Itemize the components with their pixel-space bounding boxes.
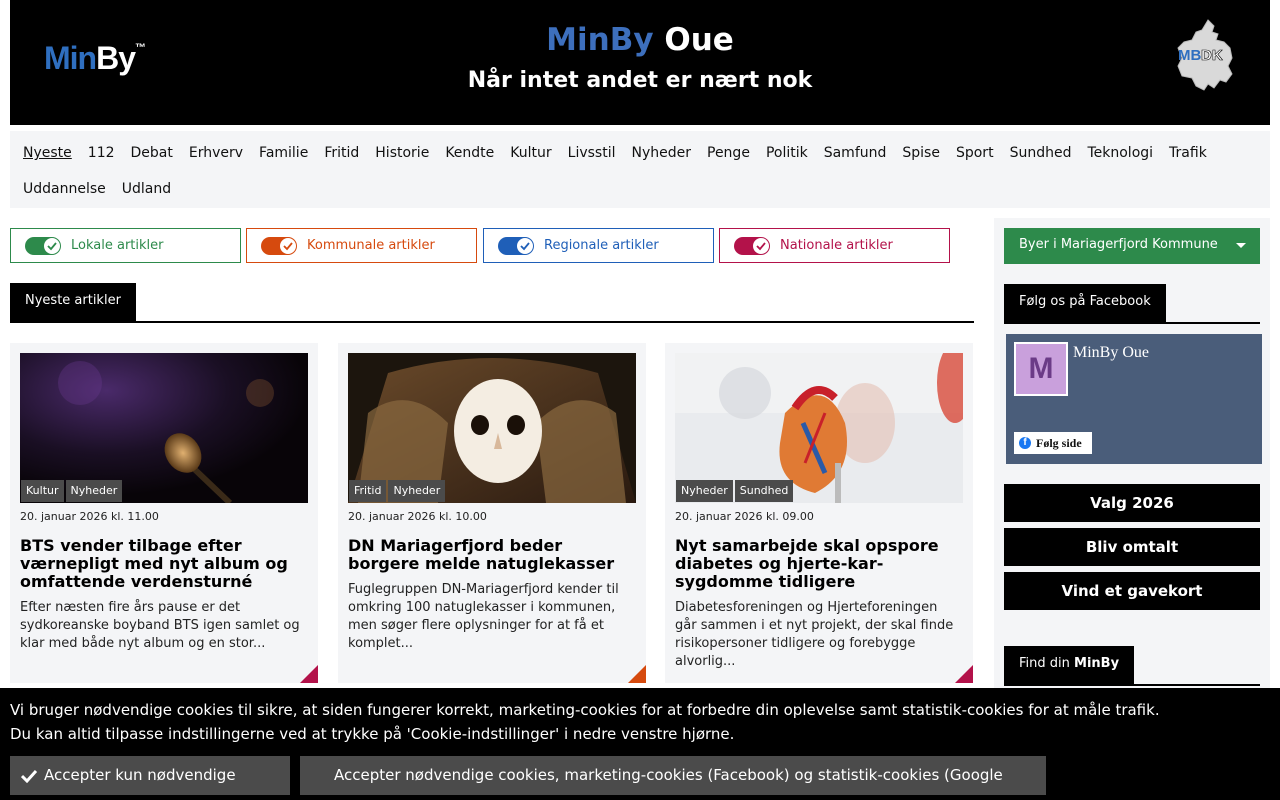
scope-corner-marker [628,665,646,683]
tab-newest-articles[interactable]: Nyeste artikler [10,283,136,321]
filter-label: Nationale artikler [780,238,893,253]
find-tab-prefix: Find din [1019,656,1070,671]
article-date: 20. januar 2026 kl. 10.00 [348,510,487,523]
accept-necessary-label: Accepter kun nødvendige cookies [44,766,236,784]
article-card[interactable]: Kultur Nyheder 20. januar 2026 kl. 11.00 … [10,343,318,683]
fb-follow-button[interactable]: f Følg side [1014,432,1092,454]
checkmark-icon [21,769,37,783]
nav-item-112[interactable]: 112 [83,139,120,175]
site-tagline: Når intet andet er nært nok [467,68,813,93]
filter-label: Lokale artikler [71,238,164,253]
article-title[interactable]: BTS vender tilbage efter værnepligt med … [20,537,308,591]
nav-item-spise[interactable]: Spise [897,139,945,175]
accept-all-label: Accepter nødvendige cookies, marketing-c… [334,766,1003,784]
nav-item-penge[interactable]: Penge [702,139,755,175]
article-tags: Kultur Nyheder [21,480,123,502]
filter-label: Kommunale artikler [307,238,435,253]
nav-item-uddannelse[interactable]: Uddannelse [18,175,111,211]
caret-down-icon [1236,243,1246,248]
article-image-owl[interactable]: Fritid Nyheder [348,353,636,503]
fb-page-avatar[interactable]: M [1014,342,1068,396]
sidebar-divider [1004,322,1260,324]
nav-item-livsstil[interactable]: Livsstil [563,139,621,175]
toggle-switch-icon[interactable] [734,236,770,255]
article-excerpt: Efter næsten fire års pause er det sydko… [20,600,300,651]
nav-item-kultur[interactable]: Kultur [505,139,556,175]
find-tab-brand: MinBy [1074,656,1120,671]
page: MinBy™ MinBy Oue Når intet andet er nært… [0,0,1280,800]
accept-necessary-cookies-button[interactable]: Accepter kun nødvendige cookies [10,756,290,795]
article-tags: Nyheder Sundhed [676,480,794,502]
badge-mb: MB [1178,47,1201,64]
article-date: 20. januar 2026 kl. 09.00 [675,510,814,523]
filter-toggle[interactable]: Regionale artikler [483,228,714,263]
toggle-switch-icon[interactable] [261,236,297,255]
accept-all-cookies-button[interactable]: Accepter nødvendige cookies, marketing-c… [300,756,1046,795]
nav-item-nyeste[interactable]: Nyeste [18,139,77,175]
nav-item-historie[interactable]: Historie [370,139,434,175]
nav-item-fritid[interactable]: Fritid [319,139,364,175]
nav-item-teknologi[interactable]: Teknologi [1082,139,1158,175]
denmark-map-badge[interactable]: MB DK [1174,18,1236,92]
article-title[interactable]: DN Mariagerfjord beder borgere melde nat… [348,537,636,573]
nav-item-trafik[interactable]: Trafik [1164,139,1212,175]
category-nav: Nyeste 112 Debat Erhverv Familie Fritid Histor… [10,131,1270,208]
category-tag[interactable]: Nyheder [676,480,733,502]
fb-page-name[interactable]: MinBy Oue [1073,344,1149,362]
category-tag[interactable]: Fritid [349,480,387,502]
site-title: MinBy Oue [10,22,1270,58]
article-tags: Fritid Nyheder [349,480,446,502]
category-tag[interactable]: Nyheder [65,480,123,502]
nav-item-samfund[interactable]: Samfund [819,139,892,175]
nav-item-udland[interactable]: Udland [117,175,176,211]
article-title[interactable]: Nyt samarbejde skal opspore diabetes og … [675,537,963,591]
nav-item-debat[interactable]: Debat [126,139,178,175]
facebook-icon: f [1019,437,1031,449]
article-image-microphone[interactable]: Kultur Nyheder [20,353,308,503]
nav-item-nyheder[interactable]: Nyheder [627,139,697,175]
denmark-map-icon: MB DK [1177,19,1233,91]
category-tag[interactable]: Kultur [21,480,64,502]
article-card[interactable]: Fritid Nyheder 20. januar 2026 kl. 10.00 … [338,343,646,683]
cookie-message: Vi bruger nødvendige cookies til sikre, … [10,698,1160,746]
article-image-heart-model[interactable]: Nyheder Sundhed [675,353,963,503]
cookie-message-line2: Du kan altid tilpasse indstillingerne ve… [10,725,735,743]
nav-item-politik[interactable]: Politik [761,139,813,175]
vind-gavekort-button[interactable]: Vind et gavekort [1004,572,1260,610]
article-date: 20. januar 2026 kl. 11.00 [20,510,159,523]
nav-item-kendte[interactable]: Kendte [440,139,499,175]
filter-toggle[interactable]: Lokale artikler [10,228,241,263]
section-divider [10,321,974,323]
dropdown-label: Byer i Mariagerfjord Kommune [1019,237,1218,252]
filter-toggle[interactable]: Kommunale artikler [246,228,477,263]
article-card[interactable]: Nyheder Sundhed 20. januar 2026 kl. 09.00… [665,343,973,683]
nav-item-erhverv[interactable]: Erhverv [184,139,248,175]
category-tag[interactable]: Nyheder [388,480,446,502]
scope-corner-marker [300,665,318,683]
filter-toggle[interactable]: Nationale artikler [719,228,950,263]
badge-dk: DK [1201,47,1223,64]
article-excerpt: Diabetesforeningen og Hjerteforeningen g… [675,600,954,669]
article-excerpt: Fuglegruppen DN-Mariagerfjord kender til… [348,582,619,651]
tab-find-minby[interactable]: Find din MinBy [1004,646,1135,684]
tab-facebook[interactable]: Følg os på Facebook [1004,284,1166,322]
site-title-city: Oue [664,22,734,58]
facebook-page-widget[interactable]: M MinBy Oue f Følg side [1006,334,1262,464]
toggle-switch-icon[interactable] [25,236,61,255]
nav-item-familie[interactable]: Familie [254,139,313,175]
fb-follow-label: Følg side [1036,436,1082,450]
site-title-brand: MinBy [546,22,654,58]
category-tag[interactable]: Sundhed [734,480,794,502]
sidebar-divider [1004,684,1260,686]
city-select-dropdown[interactable]: Byer i Mariagerfjord Kommune [1004,228,1260,264]
nav-item-sundhed[interactable]: Sundhed [1005,139,1077,175]
filter-label: Regionale artikler [544,238,659,253]
site-header: MinBy™ MinBy Oue Når intet andet er nært… [10,0,1270,125]
cookie-message-line1: Vi bruger nødvendige cookies til sikre, … [10,701,1160,719]
nav-item-sport[interactable]: Sport [951,139,999,175]
scope-corner-marker [955,665,973,683]
bliv-omtalt-button[interactable]: Bliv omtalt [1004,528,1260,566]
valg-2026-button[interactable]: Valg 2026 [1004,484,1260,522]
toggle-switch-icon[interactable] [498,236,534,255]
